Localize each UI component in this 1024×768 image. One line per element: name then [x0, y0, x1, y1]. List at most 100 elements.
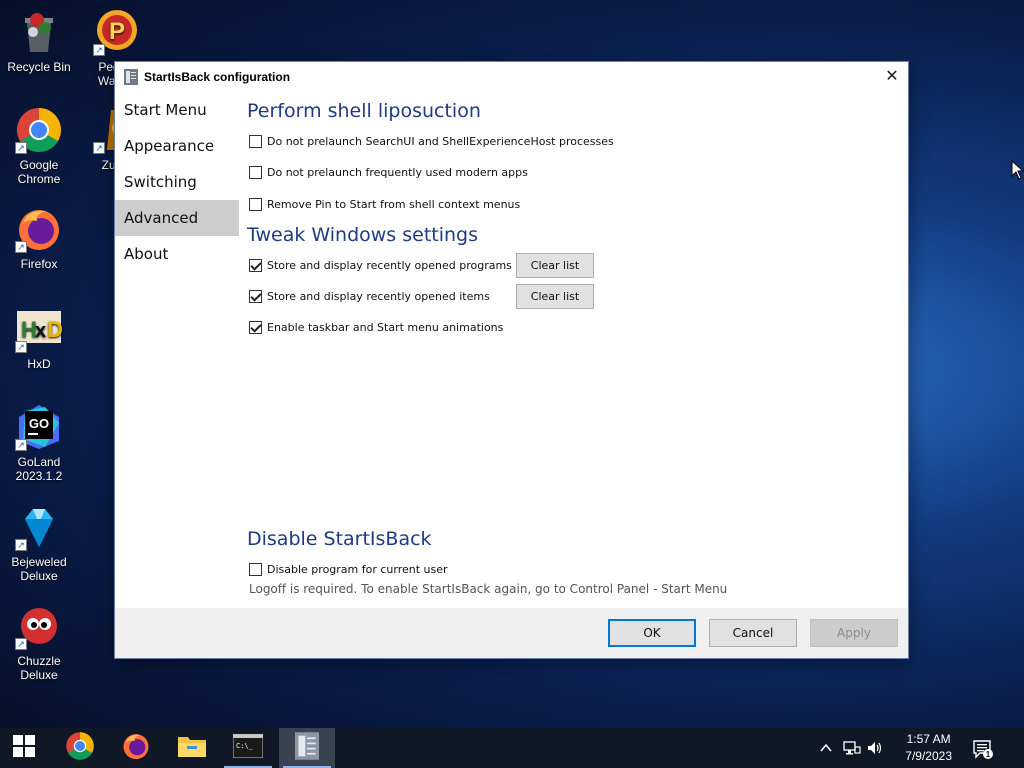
clock-date: 7/9/2023	[905, 749, 952, 763]
section-heading-disable: Disable StartIsBack	[247, 528, 432, 550]
desktop-icon-label: Firefox	[20, 257, 58, 271]
startisback-config-dialog: StartIsBack configuration ✕ Start Menu A…	[114, 61, 909, 659]
option-label: Store and display recently opened progra…	[267, 258, 512, 272]
option-label: Do not prelaunch frequently used modern …	[267, 165, 528, 179]
svg-text:D: D	[47, 317, 63, 342]
volume-icon[interactable]	[866, 739, 884, 761]
shortcut-arrow-icon: ↗	[93, 142, 105, 154]
desktop-icon-goland[interactable]: GO ↗ GoLand 2023.1.2	[0, 403, 78, 483]
option-recent-items[interactable]: Store and display recently opened items	[249, 288, 490, 304]
shortcut-arrow-icon: ↗	[15, 439, 27, 451]
option-label: Remove Pin to Start from shell context m…	[267, 197, 521, 211]
option-remove-pin-to-start[interactable]: Remove Pin to Start from shell context m…	[249, 196, 520, 212]
action-center-icon[interactable]: 1	[972, 738, 994, 764]
startisback-icon	[295, 732, 319, 764]
desktop-icon-recycle-bin[interactable]: Recycle Bin	[0, 8, 78, 74]
clear-recent-programs-button[interactable]: Clear list	[516, 253, 594, 278]
svg-text:x: x	[35, 320, 46, 342]
desktop-icon-hxd[interactable]: H x D ↗ HxD	[0, 305, 78, 371]
goland-icon: GO ↗	[15, 403, 63, 451]
shortcut-arrow-icon: ↗	[15, 341, 27, 353]
option-disable-current-user[interactable]: Disable program for current user	[249, 561, 448, 577]
tray-overflow-chevron-icon[interactable]	[819, 740, 833, 759]
file-explorer-icon	[177, 733, 207, 763]
startisback-app-icon	[124, 69, 138, 85]
desktop-icon-label: Chuzzle Deluxe	[17, 654, 61, 682]
nav-item-start-menu[interactable]: Start Menu	[115, 92, 239, 128]
desktop-icon-label: GoLand	[17, 455, 61, 469]
nav-item-about[interactable]: About	[115, 236, 239, 272]
nav-item-switching[interactable]: Switching	[115, 164, 239, 200]
svg-text:C:\_: C:\_	[236, 742, 254, 750]
desktop-icon-label: Bejeweled	[11, 555, 67, 569]
taskbar-chrome[interactable]	[52, 728, 108, 768]
svg-text:GO: GO	[29, 416, 49, 431]
desktop-icon-firefox[interactable]: ↗ Firefox	[0, 205, 78, 271]
desktop-icon-label-line2: Deluxe	[20, 569, 58, 583]
firefox-icon: ↗	[15, 205, 63, 253]
network-icon[interactable]	[843, 739, 861, 761]
desktop-icon-bejeweled[interactable]: ↗ Bejeweled Deluxe	[0, 503, 78, 583]
mouse-cursor-icon	[1011, 159, 1024, 184]
dialog-footer: OK Cancel Apply	[115, 608, 908, 658]
ok-button[interactable]: OK	[608, 619, 696, 647]
section-heading-tweak: Tweak Windows settings	[247, 224, 478, 246]
clear-recent-items-button[interactable]: Clear list	[516, 284, 594, 309]
taskbar-file-explorer[interactable]	[164, 728, 220, 768]
option-no-prelaunch-modern-apps[interactable]: Do not prelaunch frequently used modern …	[249, 164, 528, 180]
option-label: Do not prelaunch SearchUI and ShellExper…	[267, 134, 614, 148]
chrome-icon: ↗	[15, 106, 63, 154]
firefox-icon	[121, 731, 151, 765]
clock-time: 1:57 AM	[906, 732, 951, 746]
desktop-icon-label: Recycle Bin	[7, 60, 71, 74]
checkbox[interactable]	[249, 258, 262, 272]
checkbox[interactable]	[249, 197, 262, 211]
taskbar-firefox[interactable]	[108, 728, 164, 768]
logoff-note: Logoff is required. To enable StartIsBac…	[249, 582, 728, 596]
start-button[interactable]	[0, 728, 48, 768]
option-label: Enable taskbar and Start menu animations	[267, 320, 504, 334]
chuzzle-icon: ↗	[15, 602, 63, 650]
desktop-icon-google-chrome[interactable]: ↗ Google Chrome	[0, 106, 78, 186]
option-label: Disable program for current user	[267, 562, 448, 576]
svg-text:P: P	[109, 18, 125, 45]
settings-nav: Start Menu Appearance Switching Advanced…	[115, 92, 239, 272]
recycle-bin-icon	[15, 8, 63, 56]
taskbar: C:\_ 1:57 AM 7/9/2023 1	[0, 728, 1024, 768]
shortcut-arrow-icon: ↗	[15, 142, 27, 154]
taskbar-startisback[interactable]	[279, 728, 335, 768]
nav-item-appearance[interactable]: Appearance	[115, 128, 239, 164]
chrome-icon	[65, 731, 95, 765]
option-no-prelaunch-searchui[interactable]: Do not prelaunch SearchUI and ShellExper…	[249, 133, 614, 149]
notification-count: 1	[986, 750, 991, 759]
taskbar-command-prompt[interactable]: C:\_	[220, 728, 276, 768]
bejeweled-icon: ↗	[15, 503, 63, 551]
option-recent-programs[interactable]: Store and display recently opened progra…	[249, 257, 512, 273]
desktop-icon-label: HxD	[27, 357, 51, 371]
desktop-icon-label: Google Chrome	[17, 158, 61, 186]
dialog-title: StartIsBack configuration	[144, 70, 291, 84]
shortcut-arrow-icon: ↗	[15, 241, 27, 253]
taskbar-clock[interactable]: 1:57 AM 7/9/2023	[905, 731, 952, 765]
command-prompt-icon: C:\_	[232, 733, 264, 762]
title-bar[interactable]: StartIsBack configuration ✕	[115, 62, 908, 92]
nav-item-advanced[interactable]: Advanced	[115, 200, 239, 236]
option-animations[interactable]: Enable taskbar and Start menu animations	[249, 319, 503, 335]
option-label: Store and display recently opened items	[267, 289, 490, 303]
checkbox[interactable]	[249, 165, 262, 179]
checkbox[interactable]	[249, 320, 262, 334]
checkbox[interactable]	[249, 562, 262, 576]
shortcut-arrow-icon: ↗	[93, 44, 105, 56]
shortcut-arrow-icon: ↗	[15, 539, 27, 551]
peggle-icon: P ↗	[93, 8, 141, 56]
cancel-button[interactable]: Cancel	[709, 619, 797, 647]
checkbox[interactable]	[249, 134, 262, 148]
desktop-icon-chuzzle[interactable]: ↗ Chuzzle Deluxe	[0, 602, 78, 682]
desktop-icon-label-line2: 2023.1.2	[15, 469, 63, 483]
checkbox[interactable]	[249, 289, 262, 303]
section-heading-liposuction: Perform shell liposuction	[247, 100, 481, 122]
close-icon[interactable]: ✕	[876, 62, 908, 92]
windows-start-icon	[13, 735, 35, 761]
shortcut-arrow-icon: ↗	[15, 638, 27, 650]
apply-button[interactable]: Apply	[810, 619, 898, 647]
